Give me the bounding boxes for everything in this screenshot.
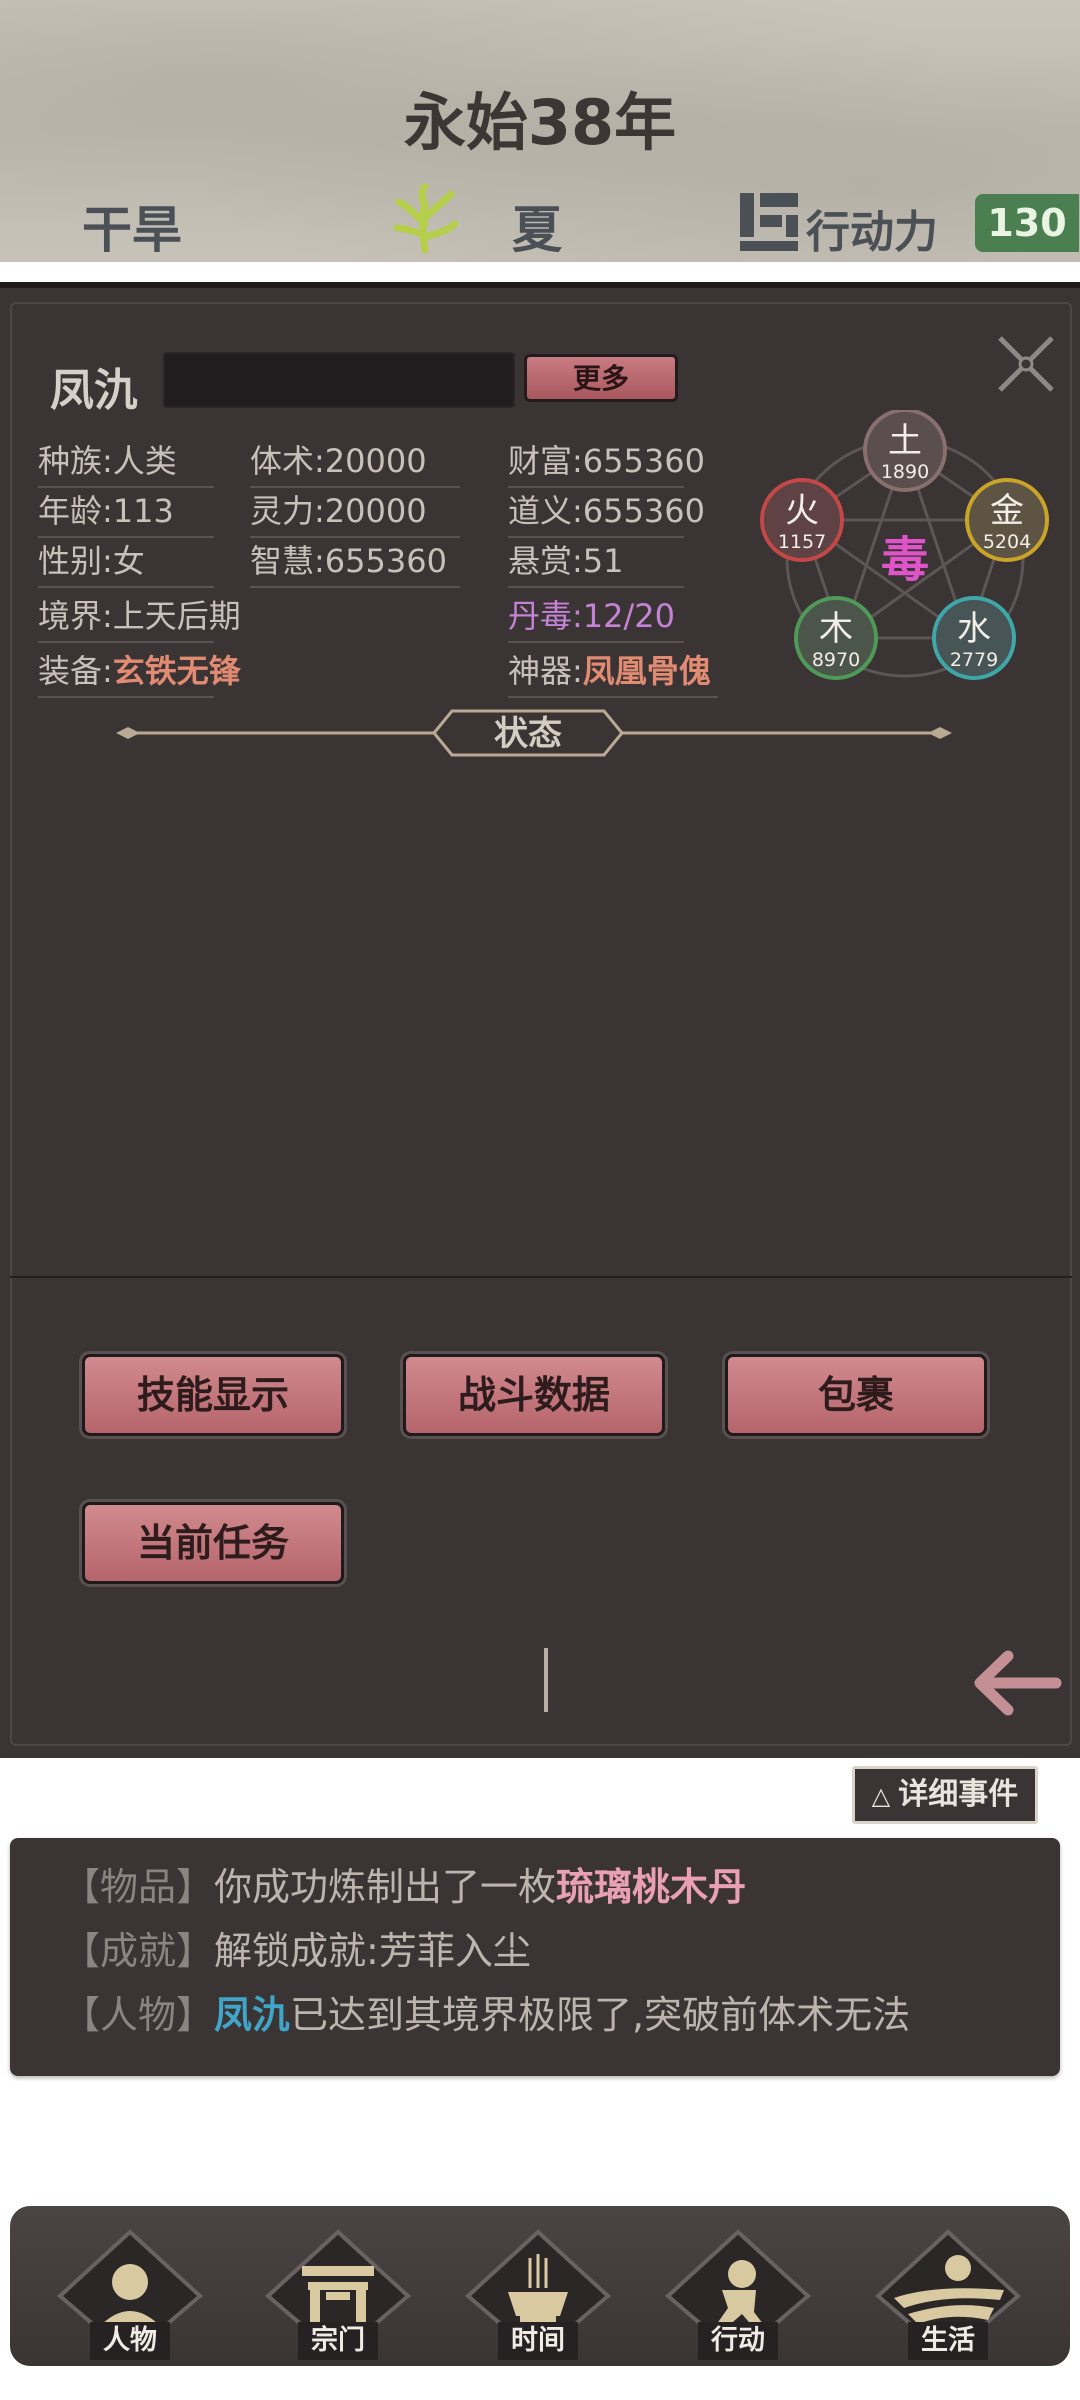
stat-spirit: 灵力:20000 — [250, 486, 460, 538]
stat-bounty: 悬赏:51 — [508, 536, 684, 588]
back-arrow-icon[interactable] — [970, 1648, 1062, 1718]
stat-equipment: 装备:玄铁无锋 — [38, 646, 241, 698]
weather-label: 干旱 — [82, 201, 182, 259]
nav-life-label: 生活 — [908, 2322, 988, 2360]
bag-button[interactable]: 包裹 — [725, 1354, 987, 1436]
stat-age: 年龄:113 — [38, 486, 214, 538]
event-line: 【物品】你成功炼制出了一枚琉璃桃木丹 — [62, 1865, 747, 1909]
stat-gender: 性别:女 — [38, 536, 214, 588]
svg-text:土: 土 — [888, 421, 922, 461]
top-status-bar: 永始38年 干旱 夏 行动力 130 — [0, 0, 1080, 262]
battle-data-button[interactable]: 战斗数据 — [403, 1354, 665, 1436]
artifact-value[interactable]: 凤凰骨傀 — [583, 652, 711, 690]
status-title-text: 状态 — [494, 714, 562, 754]
more-button[interactable]: 更多 — [524, 354, 678, 402]
svg-text:水: 水 — [957, 609, 991, 649]
character-name: 凤氿 — [50, 365, 138, 416]
year-title: 永始38年 — [403, 86, 677, 159]
svg-text:火: 火 — [785, 491, 819, 531]
element-fire[interactable]: 火 1157 — [760, 478, 844, 562]
nav-life[interactable]: 生活 — [874, 2228, 1022, 2360]
character-panel: 凤氿 更多 种族:人类 年龄:113 性别:女 境界:上天后期 装备:玄铁无锋 … — [0, 282, 1080, 1758]
five-elements-diagram: 毒 土 1890 火 1157 金 5204 木 8970 水 2779 — [760, 410, 1049, 680]
stat-justice: 道义:655360 — [508, 486, 705, 538]
svg-text:5204: 5204 — [983, 531, 1031, 553]
element-metal[interactable]: 金 5204 — [965, 478, 1049, 562]
stat-wisdom: 智慧:655360 — [250, 536, 460, 588]
skills-button[interactable]: 技能显示 — [82, 1354, 344, 1436]
stat-poison: 丹毒:12/20 — [508, 591, 684, 643]
nav-time-label: 时间 — [498, 2322, 578, 2360]
scroll-handle[interactable] — [544, 1648, 548, 1712]
element-water[interactable]: 水 2779 — [932, 596, 1016, 680]
svg-text:1890: 1890 — [881, 461, 929, 483]
equipment-value[interactable]: 玄铁无锋 — [113, 652, 241, 690]
event-line: 【成就】解锁成就:芳菲入尘 — [62, 1929, 531, 1973]
element-wood[interactable]: 木 8970 — [794, 596, 878, 680]
triangle-icon: △ — [871, 1782, 891, 1810]
stat-wealth: 财富:655360 — [508, 436, 705, 488]
current-task-button[interactable]: 当前任务 — [82, 1502, 344, 1584]
poison-center-label: 毒 — [881, 532, 929, 588]
nav-action-label: 行动 — [698, 2322, 778, 2360]
panel-divider — [10, 1276, 1072, 1278]
stat-realm: 境界:上天后期 — [38, 591, 241, 643]
svg-text:1157: 1157 — [778, 531, 826, 553]
artifact-label: 神器: — [508, 652, 583, 690]
stat-body: 体术:20000 — [250, 436, 460, 488]
nav-action[interactable]: 行动 — [664, 2228, 812, 2360]
season-label: 夏 — [512, 201, 562, 259]
sprout-icon — [393, 184, 459, 254]
stat-artifact: 神器:凤凰骨傀 — [508, 646, 718, 698]
name-input[interactable] — [163, 352, 515, 408]
equipment-label: 装备: — [38, 652, 113, 690]
nav-person[interactable]: 人物 — [56, 2228, 204, 2360]
svg-text:金: 金 — [990, 491, 1024, 531]
stat-race: 种族:人类 — [38, 436, 214, 488]
svg-text:2779: 2779 — [950, 649, 998, 671]
nav-sect-label: 宗门 — [298, 2322, 378, 2360]
element-earth[interactable]: 土 1890 — [863, 410, 947, 492]
status-section-header: 状态 — [116, 709, 952, 757]
detail-events-button[interactable]: △ 详细事件 — [852, 1766, 1038, 1824]
svg-text:8970: 8970 — [812, 649, 860, 671]
action-points-icon — [740, 193, 798, 251]
event-line: 【人物】凤氿已达到其境界极限了,突破前体术无法 — [62, 1993, 911, 2037]
action-points-label: 行动力 — [806, 207, 938, 258]
nav-sect[interactable]: 宗门 — [264, 2228, 412, 2360]
detail-events-label: 详细事件 — [898, 1777, 1019, 1812]
nav-time[interactable]: 时间 — [464, 2228, 612, 2360]
svg-text:木: 木 — [819, 609, 853, 649]
event-log: 【物品】你成功炼制出了一枚琉璃桃木丹 【成就】解锁成就:芳菲入尘 【人物】凤氿已… — [10, 1838, 1060, 2076]
action-points-value: 130 — [975, 194, 1079, 252]
close-icon[interactable] — [990, 328, 1062, 400]
nav-person-label: 人物 — [90, 2322, 170, 2360]
